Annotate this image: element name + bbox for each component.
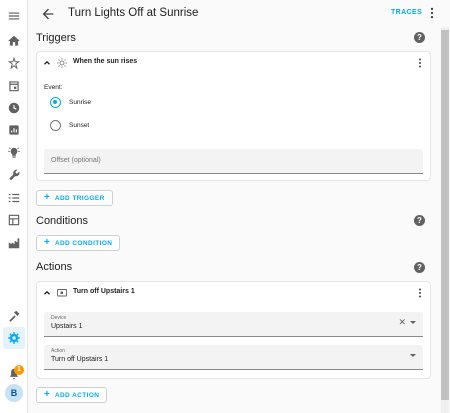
wrench-icon[interactable] bbox=[6, 167, 22, 183]
add-action-label: ADD ACTION bbox=[54, 391, 100, 399]
sun-icon bbox=[56, 57, 68, 69]
device-value: Upstairs 1 bbox=[51, 323, 83, 330]
add-condition-button[interactable]: + ADD CONDITION bbox=[36, 235, 121, 251]
event-label: Event: bbox=[44, 84, 63, 91]
conditions-title: Conditions bbox=[36, 215, 88, 227]
media-icon[interactable] bbox=[6, 212, 22, 228]
action-select[interactable]: Action Turn off Upstairs 1 bbox=[44, 345, 423, 370]
action-card-header[interactable]: Turn off Upstairs 1 bbox=[37, 282, 430, 304]
triggers-title: Triggers bbox=[36, 32, 76, 44]
action-field-label: Action bbox=[51, 348, 65, 354]
action-card: Turn off Upstairs 1 Device Upstairs 1 ✕ … bbox=[36, 281, 431, 379]
chevron-up-icon[interactable] bbox=[42, 58, 52, 68]
plus-icon: + bbox=[44, 237, 50, 248]
plus-icon: + bbox=[44, 389, 50, 400]
device-icon bbox=[56, 287, 68, 299]
back-arrow-icon[interactable] bbox=[40, 6, 56, 22]
device-select[interactable]: Device Upstairs 1 ✕ bbox=[44, 312, 423, 337]
dropdown-caret-icon[interactable] bbox=[410, 321, 416, 324]
actions-help-icon[interactable]: ? bbox=[414, 262, 425, 273]
history-icon[interactable] bbox=[6, 100, 22, 116]
home-icon[interactable] bbox=[6, 33, 22, 49]
energy-icon[interactable] bbox=[6, 56, 22, 72]
logbook-icon[interactable] bbox=[6, 122, 22, 138]
todo-list-icon[interactable] bbox=[6, 190, 22, 206]
gear-icon[interactable] bbox=[3, 327, 25, 349]
add-trigger-label: ADD TRIGGER bbox=[54, 194, 105, 202]
sunrise-radio[interactable] bbox=[50, 97, 61, 108]
trigger-menu-icon[interactable] bbox=[414, 57, 426, 69]
trigger-card-label: When the sun rises bbox=[73, 58, 138, 65]
action-card-label: Turn off Upstairs 1 bbox=[73, 288, 135, 295]
add-action-button[interactable]: + ADD ACTION bbox=[36, 387, 108, 403]
hammer-icon[interactable] bbox=[6, 308, 22, 324]
triggers-help-icon[interactable]: ? bbox=[414, 32, 425, 43]
chevron-up-icon[interactable] bbox=[42, 288, 52, 298]
action-menu-icon[interactable] bbox=[414, 287, 426, 299]
offset-field[interactable]: Offset (optional) bbox=[44, 149, 423, 174]
plus-icon: + bbox=[44, 192, 50, 203]
add-condition-label: ADD CONDITION bbox=[54, 239, 113, 247]
sunset-radio[interactable] bbox=[50, 120, 61, 131]
notification-badge: 1 bbox=[14, 365, 24, 375]
trigger-card: When the sun rises Event: Sunrise Sunset… bbox=[36, 51, 431, 181]
scrollbar-thumb[interactable] bbox=[441, 30, 449, 400]
traces-button[interactable]: TRACES bbox=[391, 9, 422, 16]
trigger-card-header[interactable]: When the sun rises bbox=[37, 52, 430, 74]
add-trigger-button[interactable]: + ADD TRIGGER bbox=[36, 190, 113, 206]
device-field-label: Device bbox=[51, 315, 67, 321]
avatar[interactable]: B bbox=[5, 384, 23, 402]
dropdown-caret-icon[interactable] bbox=[410, 354, 416, 357]
sunrise-label: Sunrise bbox=[69, 99, 92, 106]
page-title: Turn Lights Off at Sunrise bbox=[68, 7, 199, 19]
bulb-icon[interactable] bbox=[6, 145, 22, 161]
app-header: Turn Lights Off at Sunrise TRACES bbox=[28, 0, 450, 27]
actions-title: Actions bbox=[36, 261, 73, 273]
menu-icon[interactable] bbox=[6, 8, 22, 24]
conditions-help-icon[interactable]: ? bbox=[414, 215, 425, 226]
calendar-icon[interactable] bbox=[6, 78, 22, 94]
action-value: Turn off Upstairs 1 bbox=[51, 356, 109, 363]
offset-placeholder: Offset (optional) bbox=[51, 157, 101, 164]
overflow-menu-icon[interactable] bbox=[425, 6, 439, 20]
sunset-label: Sunset bbox=[69, 122, 90, 129]
clear-icon[interactable]: ✕ bbox=[398, 318, 406, 327]
sidebar: 1 B bbox=[0, 0, 28, 413]
factory-icon[interactable] bbox=[6, 235, 22, 251]
